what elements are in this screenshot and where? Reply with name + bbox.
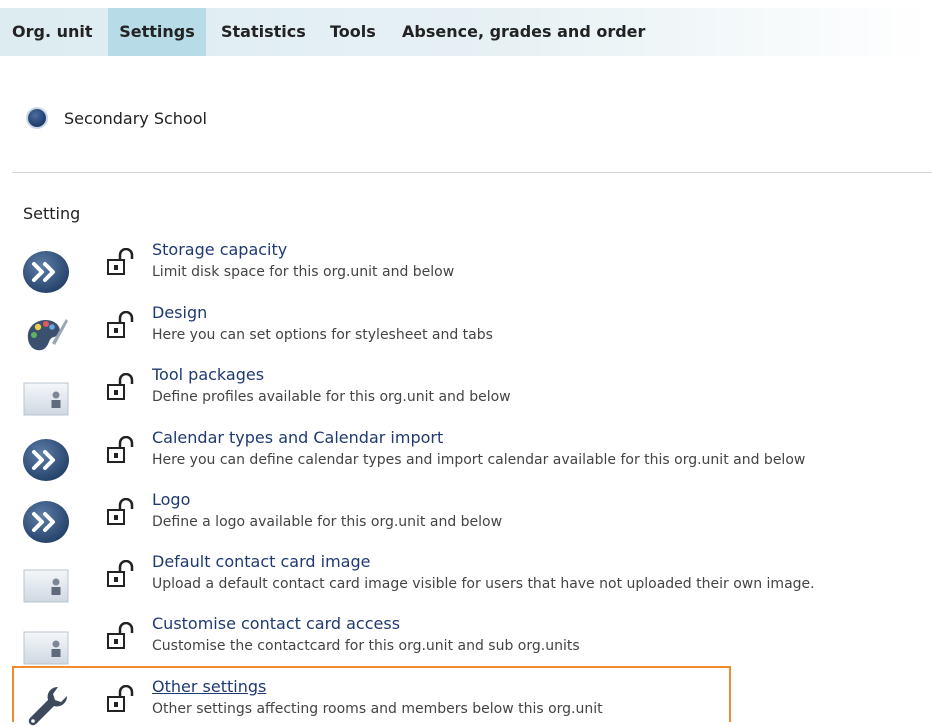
setting-description: Limit disk space for this org.unit and b… bbox=[152, 264, 455, 280]
setting-description: Here you can define calendar types and i… bbox=[152, 452, 806, 468]
contact-card-icon bbox=[23, 569, 69, 603]
setting-title[interactable]: Design bbox=[152, 303, 207, 322]
tab-statistics[interactable]: Statistics bbox=[221, 8, 306, 56]
setting-description: Here you can set options for stylesheet … bbox=[152, 327, 493, 343]
org-radio-button[interactable] bbox=[28, 109, 46, 127]
setting-row-design[interactable]: Design Here you can set options for styl… bbox=[0, 303, 932, 365]
wrench-icon bbox=[28, 686, 68, 726]
setting-title[interactable]: Tool packages bbox=[152, 365, 264, 384]
unlock-icon[interactable] bbox=[106, 560, 138, 588]
section-title: Setting bbox=[23, 204, 81, 223]
setting-title[interactable]: Default contact card image bbox=[152, 552, 370, 571]
palette-icon bbox=[27, 319, 68, 351]
tab-absence-grades-order[interactable]: Absence, grades and order bbox=[402, 8, 645, 56]
setting-title[interactable]: Storage capacity bbox=[152, 240, 287, 259]
contact-card-icon bbox=[23, 631, 69, 665]
setting-description: Customise the contactcard for this org.u… bbox=[152, 638, 580, 654]
unlock-icon[interactable] bbox=[106, 311, 138, 339]
setting-title[interactable]: Logo bbox=[152, 490, 190, 509]
setting-title[interactable]: Calendar types and Calendar import bbox=[152, 428, 443, 447]
setting-title[interactable]: Other settings bbox=[152, 677, 266, 696]
setting-description: Upload a default contact card image visi… bbox=[152, 576, 815, 592]
setting-description: Define profiles available for this org.u… bbox=[152, 389, 511, 405]
setting-description: Define a logo available for this org.uni… bbox=[152, 514, 503, 530]
tab-bar: Org. unit Settings Statistics Tools Abse… bbox=[0, 8, 932, 56]
arrows-icon bbox=[23, 251, 69, 293]
unlock-icon[interactable] bbox=[106, 436, 138, 464]
setting-title[interactable]: Customise contact card access bbox=[152, 614, 400, 633]
tab-org-unit[interactable]: Org. unit bbox=[12, 8, 93, 56]
divider bbox=[12, 172, 932, 173]
arrows-icon bbox=[23, 439, 69, 481]
org-unit-label: Secondary School bbox=[64, 108, 207, 128]
setting-row-calendar-types[interactable]: Calendar types and Calendar import Here … bbox=[0, 428, 932, 490]
unlock-icon[interactable] bbox=[106, 622, 138, 650]
unlock-icon[interactable] bbox=[106, 248, 138, 276]
setting-row-logo[interactable]: Logo Define a logo available for this or… bbox=[0, 490, 932, 552]
tab-tools[interactable]: Tools bbox=[330, 8, 376, 56]
contact-card-icon bbox=[23, 382, 69, 416]
setting-row-default-contact-card-image[interactable]: Default contact card image Upload a defa… bbox=[0, 552, 932, 614]
setting-description: Other settings affecting rooms and membe… bbox=[152, 701, 603, 717]
unlock-icon[interactable] bbox=[106, 373, 138, 401]
setting-row-tool-packages[interactable]: Tool packages Define profiles available … bbox=[0, 365, 932, 427]
org-unit-selector[interactable]: Secondary School bbox=[28, 104, 207, 132]
arrows-icon bbox=[23, 501, 69, 543]
setting-row-storage-capacity[interactable]: Storage capacity Limit disk space for th… bbox=[0, 240, 932, 302]
setting-row-other-settings[interactable]: Other settings Other settings affecting … bbox=[0, 677, 932, 726]
tab-settings[interactable]: Settings bbox=[108, 8, 206, 56]
unlock-icon[interactable] bbox=[106, 498, 138, 526]
unlock-icon[interactable] bbox=[106, 685, 138, 713]
